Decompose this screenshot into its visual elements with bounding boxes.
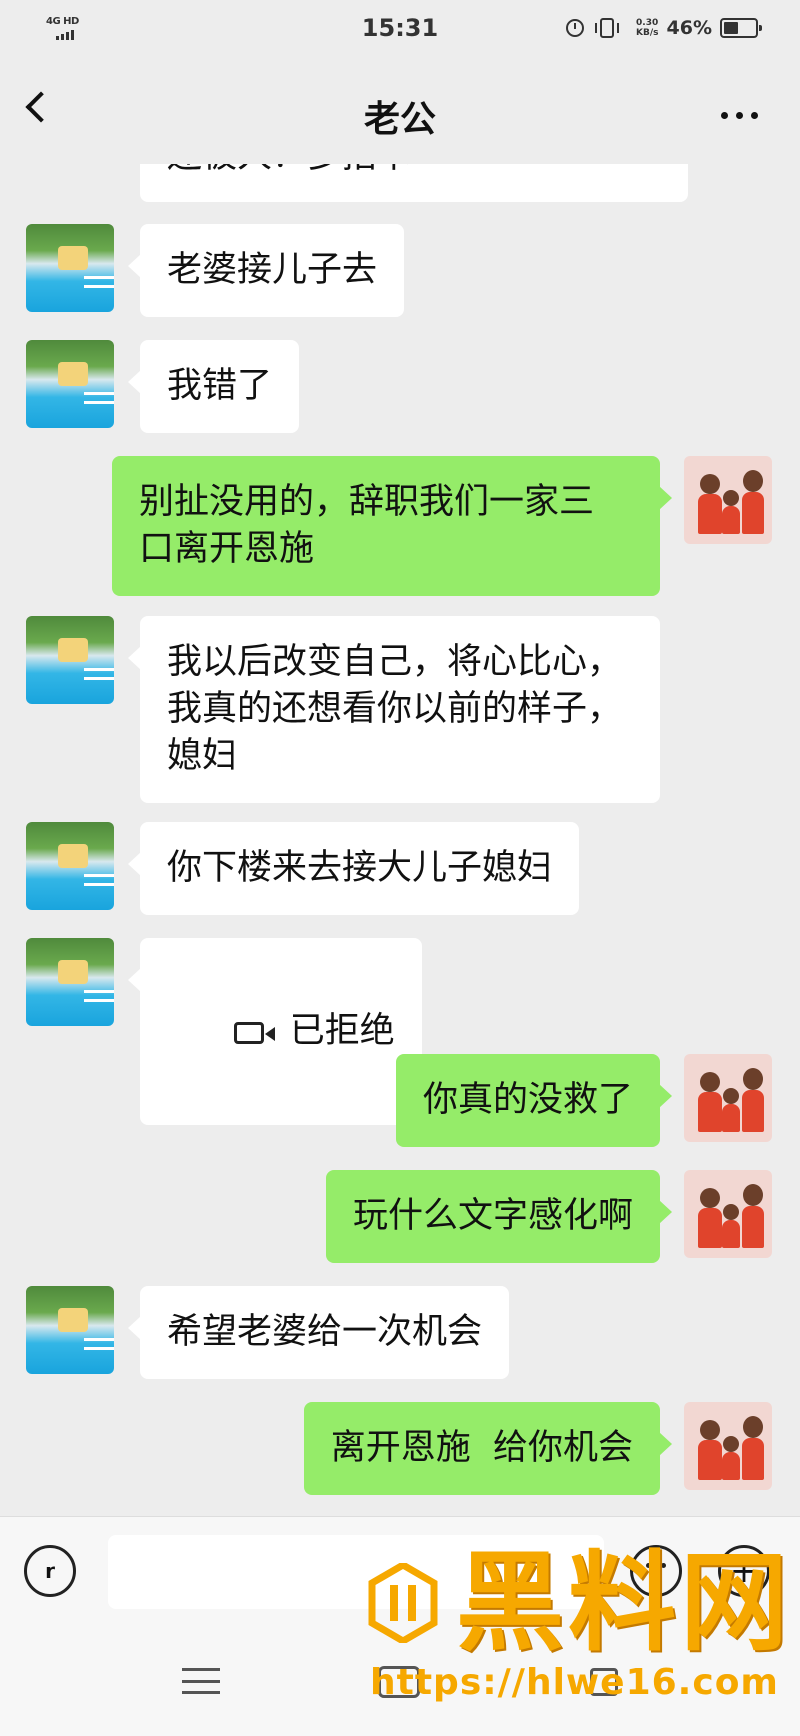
message-row: 别扯没用的，辞职我们一家三 口离开恩施	[0, 456, 800, 596]
battery-percent: 46%	[666, 17, 712, 39]
message-row: 已拒绝	[0, 938, 800, 1125]
watermark-text: 黑料网	[456, 1541, 793, 1666]
message-row: 我错了	[0, 340, 800, 433]
message-row: 离开恩施 给你机会	[0, 1402, 800, 1495]
message-row: 老婆接儿子去	[0, 224, 800, 317]
message-bubble[interactable]: 你真的没救了	[395, 1054, 673, 1147]
watermark-url: https://hlwe16.com	[370, 1662, 779, 1703]
message-row: 玩什么文字感化啊	[0, 1170, 800, 1263]
message-bubble[interactable]: 我错了	[127, 340, 300, 433]
message-row: 希望老婆给一次机会	[0, 1286, 800, 1379]
avatar[interactable]	[26, 938, 114, 1026]
watermark-logo-icon	[368, 1563, 438, 1643]
vibrate-icon	[595, 18, 620, 38]
message-row: 你下楼来去接大儿子媳妇	[0, 822, 800, 915]
message-bubble[interactable]: 别扯没用的，辞职我们一家三 口离开恩施	[112, 456, 672, 596]
avatar[interactable]	[26, 224, 114, 312]
chat-header: 老公	[0, 62, 800, 164]
message-bubble[interactable]: 离开恩施 给你机会	[303, 1402, 673, 1495]
status-bar: 4G HD 15:31 0.30 KB/s 46%	[0, 0, 800, 62]
message-row: 你真的没救了	[0, 1054, 800, 1147]
chat-messages[interactable]: 还被人？多招卡 老婆接儿子去 我错了 别扯没用的，辞职我们一家三 口离开恩施 我…	[0, 164, 800, 1516]
avatar[interactable]	[684, 1170, 772, 1258]
message-row: 我以后改变自己，将心比心， 我真的还想看你以前的样子， 媳妇	[0, 616, 800, 803]
message-bubble[interactable]: 玩什么文字感化啊	[325, 1170, 673, 1263]
menu-icon[interactable]	[182, 1668, 220, 1694]
avatar[interactable]	[684, 1054, 772, 1142]
avatar[interactable]	[26, 1286, 114, 1374]
avatar[interactable]	[26, 340, 114, 428]
message-bubble[interactable]: 我以后改变自己，将心比心， 我真的还想看你以前的样子， 媳妇	[128, 616, 660, 803]
message-bubble[interactable]: 老婆接儿子去	[127, 224, 405, 317]
voice-icon[interactable]: 𝗿	[24, 1545, 76, 1597]
avatar[interactable]	[684, 1402, 772, 1490]
video-call-icon	[233, 1022, 275, 1044]
avatar[interactable]	[26, 822, 114, 910]
battery-icon	[720, 18, 762, 38]
page-title: 老公	[363, 99, 436, 140]
alarm-icon	[566, 19, 585, 37]
message-bubble[interactable]: 你下楼来去接大儿子媳妇	[127, 822, 580, 915]
message-bubble[interactable]: 希望老婆给一次机会	[127, 1286, 510, 1379]
avatar[interactable]	[26, 616, 114, 704]
more-dots-icon[interactable]	[721, 112, 758, 119]
avatar[interactable]	[684, 456, 772, 544]
message-bubble[interactable]: 还被人？多招卡	[140, 164, 688, 202]
network-speed: 0.30 KB/s	[636, 18, 659, 38]
call-status: 已拒绝	[289, 1011, 395, 1051]
